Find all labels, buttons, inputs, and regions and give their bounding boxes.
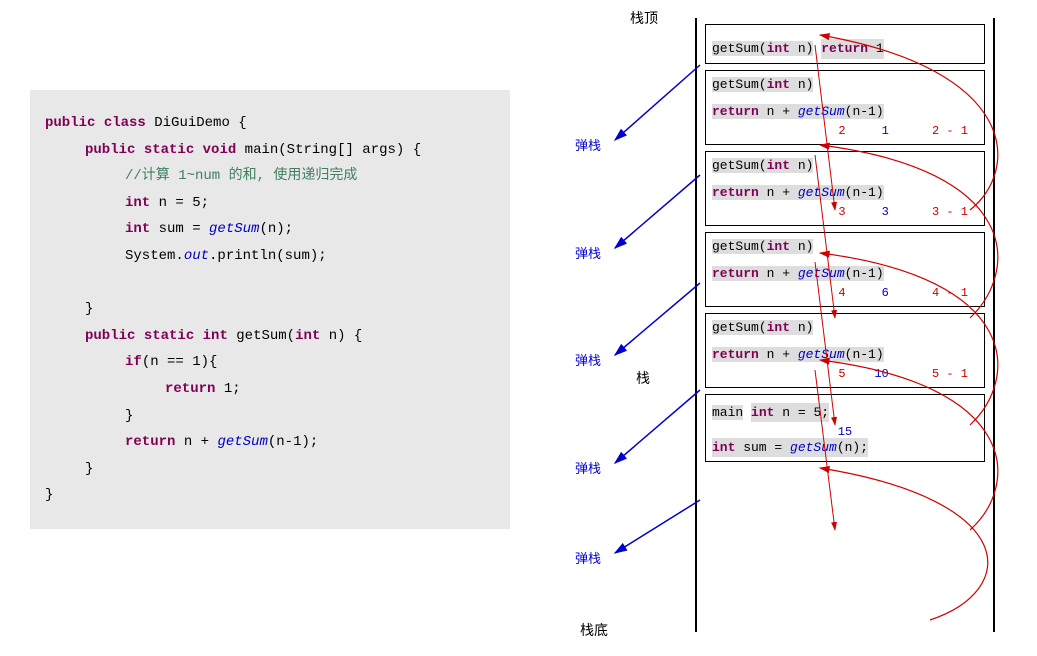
stack-frame: getSum(int n) return 1 (705, 24, 985, 64)
code-line: System.out.println(sum); (45, 243, 495, 270)
stack-frame: getSum(int n) return n + getSum(n-1) 2 1… (705, 70, 985, 145)
stack-container: getSum(int n) return 1 getSum(int n) ret… (695, 18, 995, 632)
code-line: } (45, 456, 495, 483)
frame-values: 3 3 3 - 1 (712, 203, 978, 221)
stack-frame: getSum(int n) return n + getSum(n-1) 5 1… (705, 313, 985, 388)
frame-values: 5 10 5 - 1 (712, 365, 978, 383)
stack-mid-label: 栈 (636, 368, 650, 388)
code-line: int sum = getSum(n); (45, 216, 495, 243)
code-line: if(n == 1){ (45, 349, 495, 376)
frame-signature: getSum(int n) (712, 77, 813, 92)
code-line: return 1; (45, 376, 495, 403)
code-line: public static int getSum(int n) { (45, 323, 495, 350)
code-line: int n = 5; (45, 190, 495, 217)
frame-signature: getSum(int n) (712, 239, 813, 254)
code-line: return n + getSum(n-1); (45, 429, 495, 456)
frame-signature: getSum(int n) (712, 158, 813, 173)
frame-signature: main (712, 405, 743, 420)
code-line (45, 270, 495, 297)
stack-frame: getSum(int n) return n + getSum(n-1) 3 3… (705, 151, 985, 226)
pop-label: 弹栈 (575, 458, 601, 477)
pop-label: 弹栈 (575, 135, 601, 154)
pop-label: 弹栈 (575, 548, 601, 567)
code-comment: //计算 1~num 的和, 使用递归完成 (45, 163, 495, 190)
stack-frame-main: main int n = 5; 15 int sum = getSum(n); (705, 394, 985, 463)
pop-label: 弹栈 (575, 243, 601, 262)
pop-label: 弹栈 (575, 350, 601, 369)
frame-signature: getSum(int n) (712, 320, 813, 335)
code-line: } (45, 482, 495, 509)
frame-signature: getSum(int n) (712, 41, 813, 56)
code-line: public class DiGuiDemo { (45, 110, 495, 137)
code-block: public class DiGuiDemo { public static v… (30, 90, 510, 529)
frame-values: 4 6 4 - 1 (712, 284, 978, 302)
stack-frame: getSum(int n) return n + getSum(n-1) 4 6… (705, 232, 985, 307)
stack-top-label: 栈顶 (630, 8, 658, 28)
code-line: public static void main(String[] args) { (45, 137, 495, 164)
code-line: } (45, 403, 495, 430)
frame-values: 2 1 2 - 1 (712, 122, 978, 140)
stack-bot-label: 栈底 (580, 620, 608, 640)
code-line: } (45, 296, 495, 323)
